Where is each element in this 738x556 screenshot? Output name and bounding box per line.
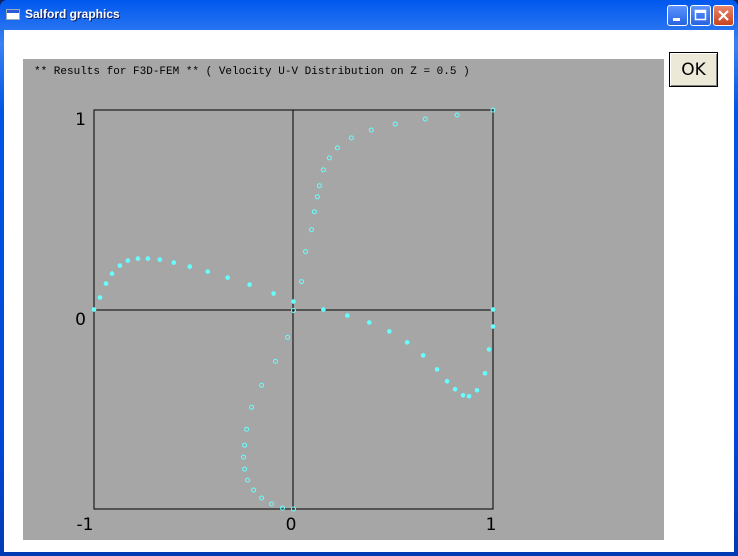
data-point-s1-17 [309, 227, 314, 233]
data-point-s0-31 [490, 307, 496, 312]
data-point-s1-24 [348, 135, 354, 141]
data-point-s1-2 [269, 501, 275, 507]
data-point-s0-18 [367, 320, 372, 325]
data-point-s1-28 [454, 112, 460, 118]
data-point-s1-11 [259, 382, 265, 388]
data-point-s0-0 [91, 307, 97, 312]
y-tick-label-zero: 0 [75, 310, 86, 330]
data-point-s1-18 [311, 209, 317, 215]
data-point-s0-27 [474, 388, 480, 393]
data-point-s0-12 [225, 275, 230, 280]
data-point-s0-25 [460, 393, 466, 398]
data-point-s0-4 [117, 263, 123, 268]
data-point-s1-10 [249, 404, 255, 410]
data-point-s1-4 [251, 487, 257, 493]
data-point-s1-23 [334, 145, 340, 151]
data-point-s0-21 [420, 353, 426, 358]
data-point-s1-12 [273, 358, 278, 364]
velocity-scatter-plot: 1 0 -1 0 1 [75, 107, 497, 535]
data-point-s0-30 [490, 324, 496, 329]
data-point-s0-26 [466, 394, 472, 399]
data-point-s1-13 [285, 334, 290, 340]
data-point-s0-28 [482, 371, 488, 376]
data-point-s0-13 [247, 282, 252, 287]
data-point-s0-24 [452, 387, 458, 392]
data-point-s0-5 [125, 258, 131, 263]
data-point-s1-22 [326, 155, 332, 161]
data-point-s0-6 [135, 256, 141, 261]
y-tick-label-top: 1 [75, 110, 86, 130]
data-point-s1-26 [392, 121, 398, 127]
data-point-s0-7 [145, 256, 151, 261]
data-point-s1-15 [299, 279, 304, 285]
data-point-s0-15 [291, 299, 296, 304]
x-tick-label-right: 1 [486, 515, 497, 535]
data-point-s1-3 [259, 495, 265, 501]
data-point-s1-20 [316, 183, 322, 189]
data-point-s1-21 [320, 167, 326, 173]
data-point-s0-11 [205, 269, 210, 274]
data-point-s1-25 [368, 127, 374, 133]
data-point-s1-16 [303, 249, 308, 255]
data-point-s1-9 [244, 426, 250, 432]
data-point-s0-20 [404, 340, 410, 345]
data-point-s1-8 [242, 442, 248, 448]
graphics-client-area: ** Results for F3D-FEM ** ( Velocity U-V… [4, 30, 734, 552]
data-point-s0-17 [345, 313, 350, 318]
data-point-s1-6 [242, 466, 248, 472]
data-point-s1-5 [245, 477, 251, 483]
data-point-s0-10 [187, 264, 193, 269]
data-point-s0-23 [444, 379, 450, 384]
x-tick-label-left: -1 [77, 515, 94, 535]
data-point-s0-16 [321, 307, 326, 312]
data-point-s1-7 [241, 454, 247, 460]
data-point-s0-9 [171, 260, 177, 265]
data-point-s0-29 [486, 347, 492, 352]
data-point-s0-3 [109, 271, 115, 276]
data-point-s0-2 [103, 281, 109, 286]
data-point-s0-1 [97, 295, 103, 300]
salford-graphics-window: Salford graphics ** Results for F3D-FEM … [0, 0, 738, 556]
data-point-s1-19 [314, 194, 320, 200]
data-point-s0-14 [271, 291, 276, 296]
data-point-s1-27 [422, 116, 428, 122]
data-point-s0-19 [387, 329, 392, 334]
x-tick-label-zero: 0 [286, 515, 297, 535]
data-point-s0-22 [434, 367, 440, 372]
data-point-s0-8 [157, 257, 163, 262]
